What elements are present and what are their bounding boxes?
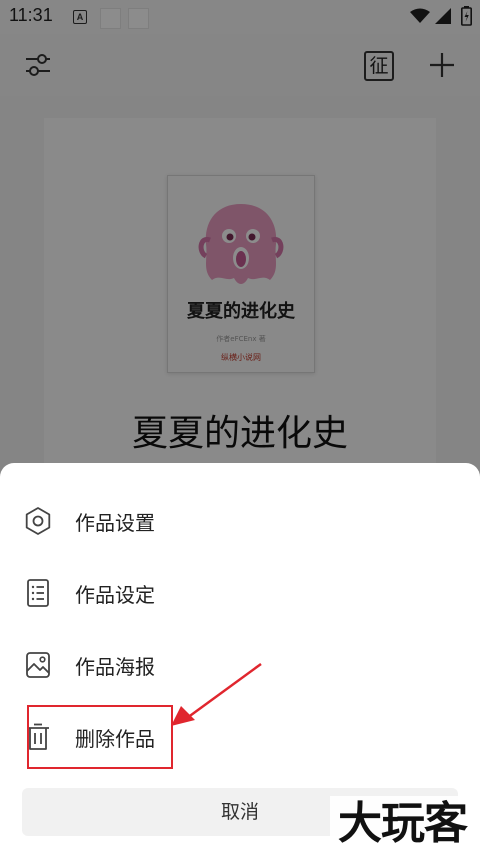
list-document-icon bbox=[27, 579, 49, 607]
menu-item-work-setting-info[interactable]: 作品设定 bbox=[0, 563, 480, 623]
watermark-logo: 大玩客 bbox=[330, 796, 475, 852]
menu-item-work-settings[interactable]: 作品设置 bbox=[0, 491, 480, 551]
pointer-arrow-icon bbox=[171, 662, 262, 726]
menu-item-label: 作品海报 bbox=[75, 655, 155, 679]
highlight-box bbox=[27, 705, 173, 769]
menu-item-label: 作品设定 bbox=[75, 583, 155, 607]
hexagon-settings-icon bbox=[25, 507, 51, 535]
image-poster-icon bbox=[26, 652, 50, 678]
action-sheet: 作品设置 作品设定 作品海报 删除作品 取消 bbox=[0, 463, 480, 852]
menu-item-label: 作品设置 bbox=[75, 511, 155, 535]
